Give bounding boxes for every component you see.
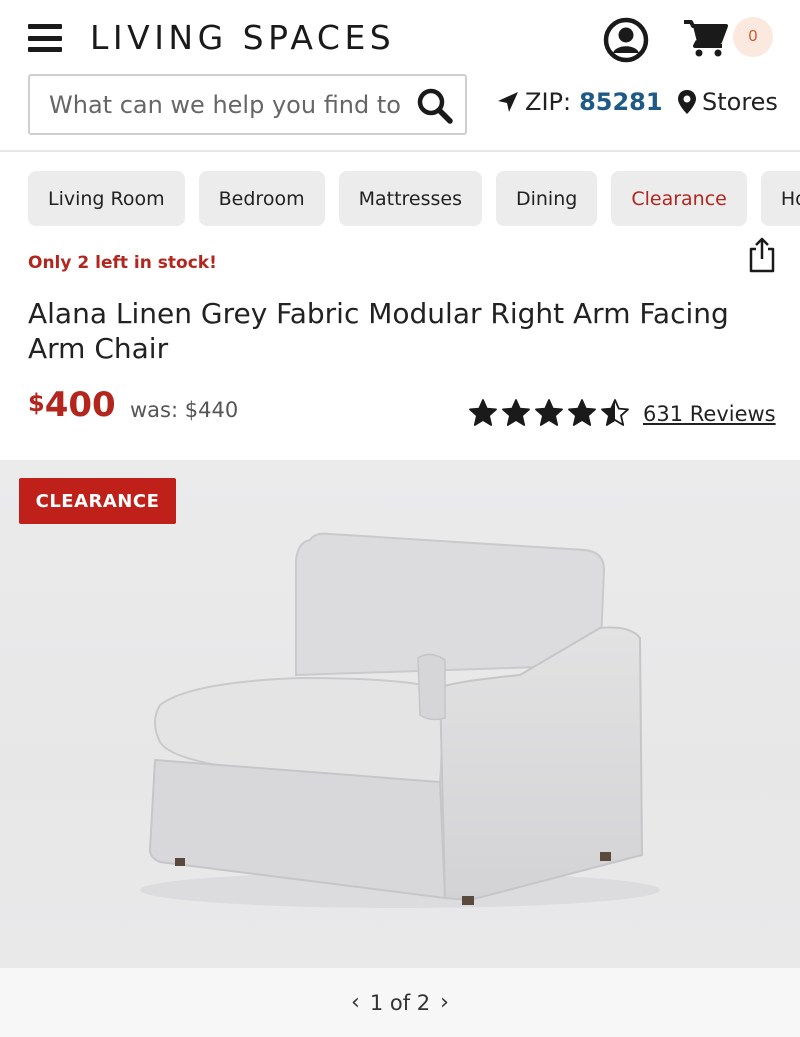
chevron-left-icon[interactable]: ‹ <box>341 990 370 1015</box>
gallery-pager: ‹ 1 of 2 › <box>0 968 800 1037</box>
category-chip-clearance[interactable]: Clearance <box>611 171 747 226</box>
price-amount: 400 <box>44 385 116 425</box>
gallery-position: 1 of 2 <box>369 990 431 1015</box>
stock-message: Only 2 left in stock! <box>28 253 217 273</box>
zip-code[interactable]: 85281 <box>579 88 663 116</box>
account-icon[interactable] <box>603 17 649 63</box>
product-image-gallery[interactable]: CLEARANCE <box>0 460 800 968</box>
location-arrow-icon <box>498 92 518 112</box>
chevron-right-icon[interactable]: › <box>430 990 459 1015</box>
category-chip-dining[interactable]: Dining <box>495 171 598 226</box>
category-chip-living-room[interactable]: Living Room <box>28 171 185 226</box>
search-input[interactable] <box>30 76 400 133</box>
stores-label: Stores <box>702 88 778 116</box>
map-pin-icon <box>678 90 696 114</box>
category-chip-mattresses[interactable]: Mattresses <box>338 171 482 226</box>
star-icon <box>568 399 596 426</box>
cart-icon[interactable] <box>682 18 728 58</box>
category-nav: Living Room Bedroom Mattresses Dining Cleara… <box>28 171 800 226</box>
cart-count-badge[interactable]: 0 <box>733 17 773 57</box>
was-price: was: $440 <box>130 398 239 422</box>
product-title: Alana Linen Grey Fabric Modular Right Ar… <box>28 297 729 365</box>
star-icon <box>502 399 530 426</box>
category-chip-home-decor[interactable]: Home Decor <box>760 171 800 226</box>
search-bar <box>28 74 467 135</box>
price-currency: $ <box>28 389 45 417</box>
stores-link[interactable]: Stores <box>677 88 778 116</box>
category-chip-bedroom[interactable]: Bedroom <box>198 171 325 226</box>
site-header: LIVING SPACES 0 ZIP: 85281 Stores <box>0 0 800 152</box>
site-logo[interactable]: LIVING SPACES <box>90 18 395 57</box>
zip-label: ZIP: <box>525 88 572 116</box>
star-icon <box>601 399 629 426</box>
share-icon[interactable] <box>745 236 779 274</box>
star-icon <box>469 399 497 426</box>
zip-selector[interactable]: ZIP: 85281 <box>497 88 663 116</box>
rating-stars[interactable] <box>468 398 633 428</box>
product-price: $400 <box>28 385 116 425</box>
star-icon <box>535 399 563 426</box>
reviews-link[interactable]: 631 Reviews <box>643 402 776 426</box>
menu-icon[interactable] <box>28 24 62 52</box>
search-icon[interactable] <box>415 86 455 126</box>
product-image-chair <box>140 532 660 908</box>
clearance-badge: CLEARANCE <box>19 478 176 524</box>
